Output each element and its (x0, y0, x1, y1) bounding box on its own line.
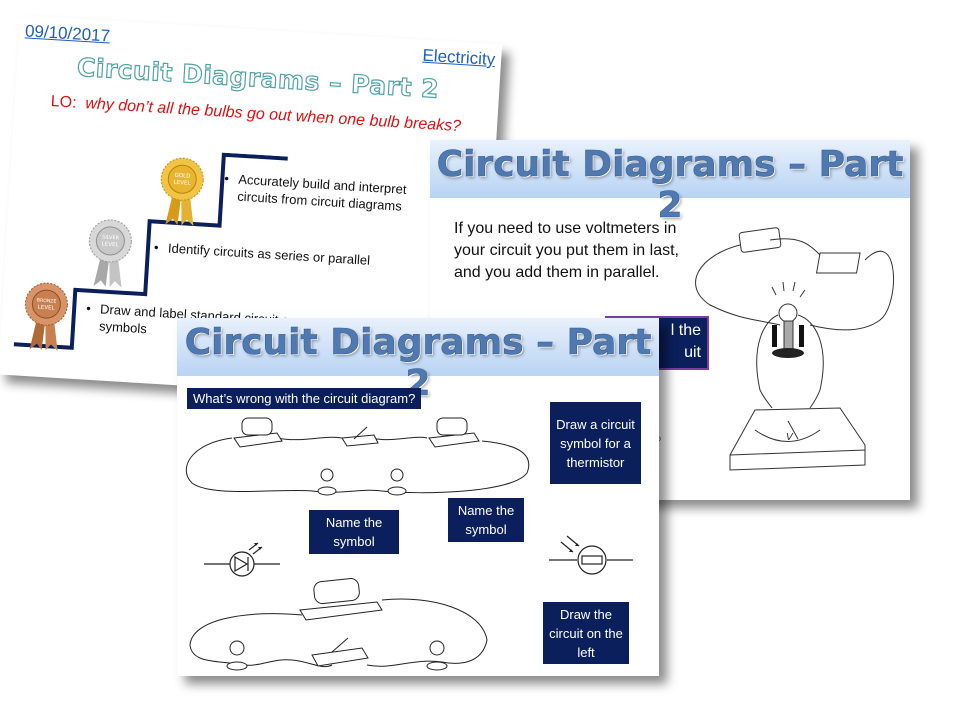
slide-title: Circuit Diagrams – Part 2 (436, 144, 904, 227)
slide-circuit-tasks[interactable]: Circuit Diagrams – Part 2 What’s wrong w… (177, 318, 659, 676)
voltmeter-circuit-illustration: V (695, 227, 894, 471)
svg-text:V: V (786, 432, 794, 443)
slide-topic: Electricity (421, 45, 496, 70)
task-name-symbol-1: Name the symbol (309, 510, 399, 554)
task-thermistor: Draw a circuit symbol for a thermistor (550, 402, 641, 484)
silver-level: LEVEL (102, 241, 120, 248)
task-draw-circuit: Draw the circuit on the left (543, 602, 629, 664)
bronze-label: BRONZE (37, 298, 57, 305)
question-label: What’s wrong with the circuit diagram? (187, 388, 422, 409)
slide-header: Circuit Diagrams – Part 2 (430, 140, 910, 226)
gold-level: LEVEL (173, 180, 191, 187)
silver-medal-icon: SILVER LEVEL (88, 219, 132, 288)
ldr-symbol-icon (549, 535, 633, 575)
series-circuit-illustration (185, 417, 530, 496)
bronze-medal-icon: BRONZE LEVEL (24, 282, 68, 351)
silver-label: SILVER (102, 234, 120, 241)
slide-body-text: If you need to use voltmeters in your ci… (454, 220, 679, 281)
lo-prefix: LO: (50, 93, 78, 112)
slide-header: Circuit Diagrams – Part 2 (177, 318, 659, 404)
gold-medal-icon: GOLD LEVEL (160, 157, 204, 226)
slide-date: 09/10/2017 (24, 21, 111, 46)
task-name-symbol-2: Name the symbol (448, 498, 524, 542)
bronze-level: LEVEL (38, 305, 56, 312)
gold-label: GOLD (174, 173, 190, 180)
parallel-circuit-illustration (189, 578, 488, 671)
